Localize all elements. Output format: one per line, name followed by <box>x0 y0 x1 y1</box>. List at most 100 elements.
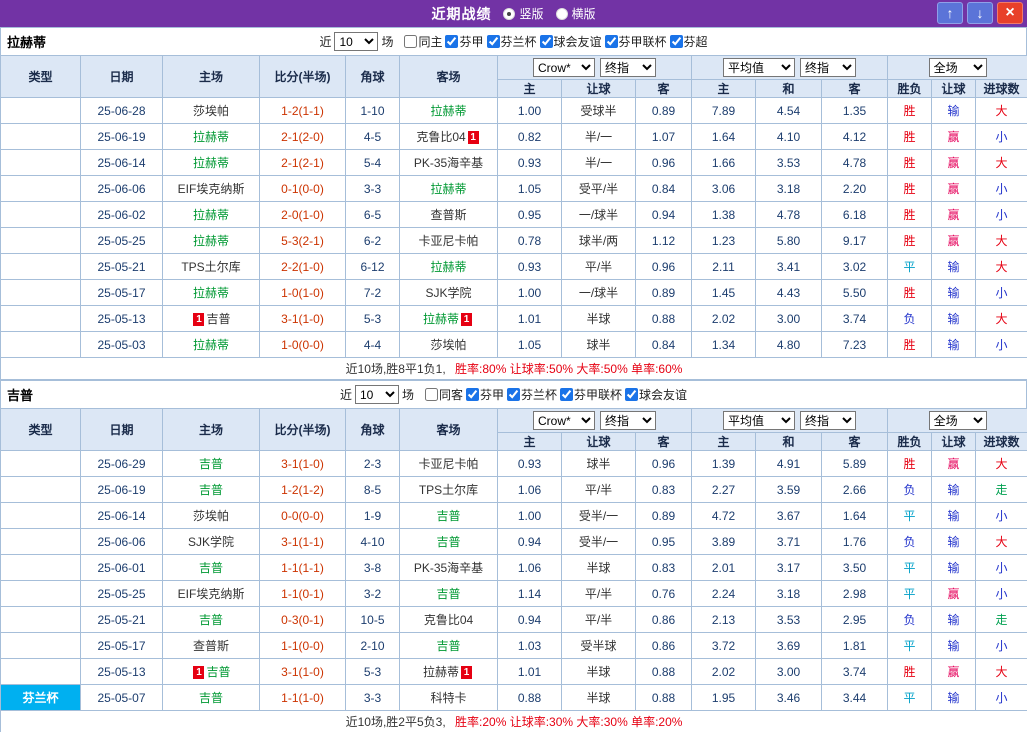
same-venue-checkbox[interactable] <box>404 35 418 48</box>
move-up-button[interactable]: ↑ <box>937 2 963 24</box>
league-filter[interactable]: 球会友谊 <box>537 33 602 50</box>
avg-home-cell: 7.89 <box>691 97 757 124</box>
date-cell: 25-06-14 <box>80 149 163 176</box>
league-checkbox[interactable] <box>560 387 574 401</box>
league-filter[interactable]: 芬甲联杯 <box>602 33 667 50</box>
date-cell: 25-06-19 <box>80 123 163 150</box>
move-down-button[interactable]: ↓ <box>967 2 993 24</box>
avg-away-cell: 9.17 <box>821 227 889 254</box>
score-cell: 1-2(1-1) <box>259 97 346 124</box>
match-count-select[interactable]: 10 <box>354 385 399 404</box>
score-cell: 2-1(2-1) <box>259 149 346 176</box>
league-checkbox[interactable] <box>625 387 639 401</box>
league-cell: 芬甲 <box>0 580 81 607</box>
result-cell: 平 <box>887 554 933 581</box>
summary-record: 近10场,胜2平5负3, <box>345 715 446 729</box>
handicap-result-cell: 输 <box>931 305 977 332</box>
corners-cell: 5-3 <box>345 658 400 685</box>
bookmaker-select[interactable]: Crow* <box>533 411 595 430</box>
away-odds-cell: 0.96 <box>634 450 693 477</box>
league-filter[interactable]: 芬超 <box>667 33 708 50</box>
red-card-badge: 1 <box>467 131 479 144</box>
match-scope-select[interactable]: 全场 <box>928 411 987 430</box>
league-checkbox[interactable] <box>539 34 553 48</box>
match-count-select[interactable]: 10 <box>334 32 379 51</box>
league-cell: 芬甲 <box>0 632 81 659</box>
goals-cell: 大 <box>975 450 1027 477</box>
average-select[interactable]: 平均值 <box>723 411 796 430</box>
home-team-cell: 莎埃帕 <box>162 502 260 529</box>
score-cell: 5-3(2-1) <box>259 227 346 254</box>
away-team-cell: 克鲁比04 1 <box>399 123 498 150</box>
odds-stage-select-2[interactable]: 终指 <box>800 58 857 77</box>
home-team-cell: 吉普 <box>162 476 260 503</box>
league-checkbox[interactable] <box>507 387 520 401</box>
down-arrow-icon: ↓ <box>976 5 984 21</box>
home-team-cell: EIF埃克纳斯 <box>162 175 260 202</box>
team-label: 拉赫蒂 <box>192 234 229 248</box>
league-checkbox[interactable] <box>486 34 500 48</box>
team-label: 卡亚尼卡帕 <box>418 457 479 471</box>
corners-cell: 3-3 <box>345 684 400 711</box>
league-filter[interactable]: 芬甲联杯 <box>557 386 622 403</box>
league-cell: 芬甲 <box>0 450 81 477</box>
result-cell: 胜 <box>887 175 933 202</box>
goals-cell: 大 <box>975 227 1027 254</box>
same-venue-checkbox[interactable] <box>424 388 438 401</box>
away-team-cell: 拉赫蒂 1 <box>399 658 498 685</box>
score-cell: 2-0(1-0) <box>259 201 346 228</box>
average-odds-group-header: 平均值 终指 <box>691 408 889 433</box>
radio-horizontal-layout[interactable]: 横版 <box>555 5 596 22</box>
bookmaker-select[interactable]: Crow* <box>533 58 595 77</box>
away-odds-cell: 0.86 <box>634 632 693 659</box>
col-header-avg-home: 主 <box>691 432 757 451</box>
date-cell: 25-06-29 <box>80 450 163 477</box>
odds-stage-select[interactable]: 终指 <box>600 411 656 430</box>
date-cell: 25-05-17 <box>80 279 163 306</box>
league-checkbox[interactable] <box>669 34 683 48</box>
league-filter[interactable]: 芬兰杯 <box>484 33 537 50</box>
score-cell: 1-1(0-0) <box>259 632 346 659</box>
avg-draw-cell: 3.46 <box>755 684 823 711</box>
away-team-cell: 拉赫蒂 1 <box>399 305 498 332</box>
odds-stage-select[interactable]: 终指 <box>600 58 656 77</box>
league-checkbox[interactable] <box>465 387 479 401</box>
team-label: 拉赫蒂 <box>430 104 467 118</box>
result-cell: 负 <box>887 606 933 633</box>
avg-home-cell: 2.24 <box>691 580 757 607</box>
match-scope-select[interactable]: 全场 <box>928 58 987 77</box>
close-button[interactable]: × <box>997 2 1023 24</box>
avg-away-cell: 2.66 <box>821 476 889 503</box>
handicap-result-cell: 输 <box>931 97 977 124</box>
avg-away-cell: 4.78 <box>821 149 889 176</box>
radio-horizontal-label: 横版 <box>571 7 596 21</box>
league-filter[interactable]: 球会友谊 <box>622 386 687 403</box>
league-checkbox[interactable] <box>445 34 459 48</box>
radio-vertical-layout[interactable]: 竖版 <box>503 5 544 22</box>
result-cell: 平 <box>887 580 933 607</box>
home-odds-cell: 0.93 <box>497 450 562 477</box>
same-venue-filter[interactable]: 同客 <box>422 386 463 403</box>
average-select[interactable]: 平均值 <box>723 58 796 77</box>
goals-cell: 走 <box>975 606 1027 633</box>
page-title: 近期战绩 <box>431 5 492 22</box>
team-label: PK-35海辛基 <box>413 561 484 575</box>
handicap-cell: 受球半 <box>561 97 636 124</box>
avg-away-cell: 1.64 <box>821 502 889 529</box>
same-venue-filter[interactable]: 同主 <box>401 33 442 50</box>
league-checkbox[interactable] <box>604 34 618 48</box>
league-filter[interactable]: 芬甲 <box>442 33 484 50</box>
col-header-odds-home: 主 <box>497 79 562 98</box>
league-filter[interactable]: 芬甲 <box>463 386 504 403</box>
summary-row: 近10场,胜2平5负3, 胜率:20% 让球率:30% 大率:30% 单率:20… <box>0 710 1027 732</box>
league-cell: 芬甲 <box>0 554 81 581</box>
away-team-cell: 吉普 <box>399 528 498 555</box>
league-filter[interactable]: 芬兰杯 <box>504 386 557 403</box>
home-team-cell: 拉赫蒂 <box>162 331 260 358</box>
filter-prefix-label: 近 <box>339 388 352 402</box>
odds-stage-select-2[interactable]: 终指 <box>800 411 857 430</box>
home-odds-cell: 0.78 <box>497 227 562 254</box>
team-section: 拉赫蒂 近 10 场 同主 芬甲 芬兰杯 球会友谊 芬甲联杯 芬超 类型 日期 … <box>0 27 1027 380</box>
col-header-away: 客场 <box>399 408 498 451</box>
date-cell: 25-05-21 <box>80 606 163 633</box>
